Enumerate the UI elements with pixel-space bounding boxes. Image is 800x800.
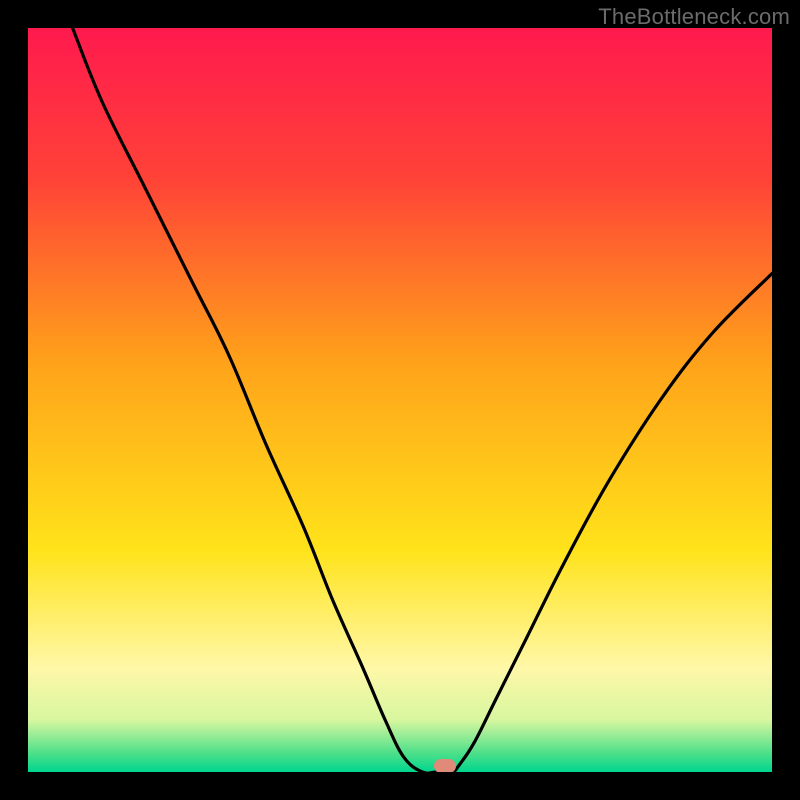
bottleneck-curve — [28, 28, 772, 772]
watermark-text: TheBottleneck.com — [598, 4, 790, 30]
optimum-marker — [434, 759, 456, 772]
chart-frame: TheBottleneck.com — [0, 0, 800, 800]
plot-area — [28, 28, 772, 772]
curve-path — [73, 28, 772, 772]
